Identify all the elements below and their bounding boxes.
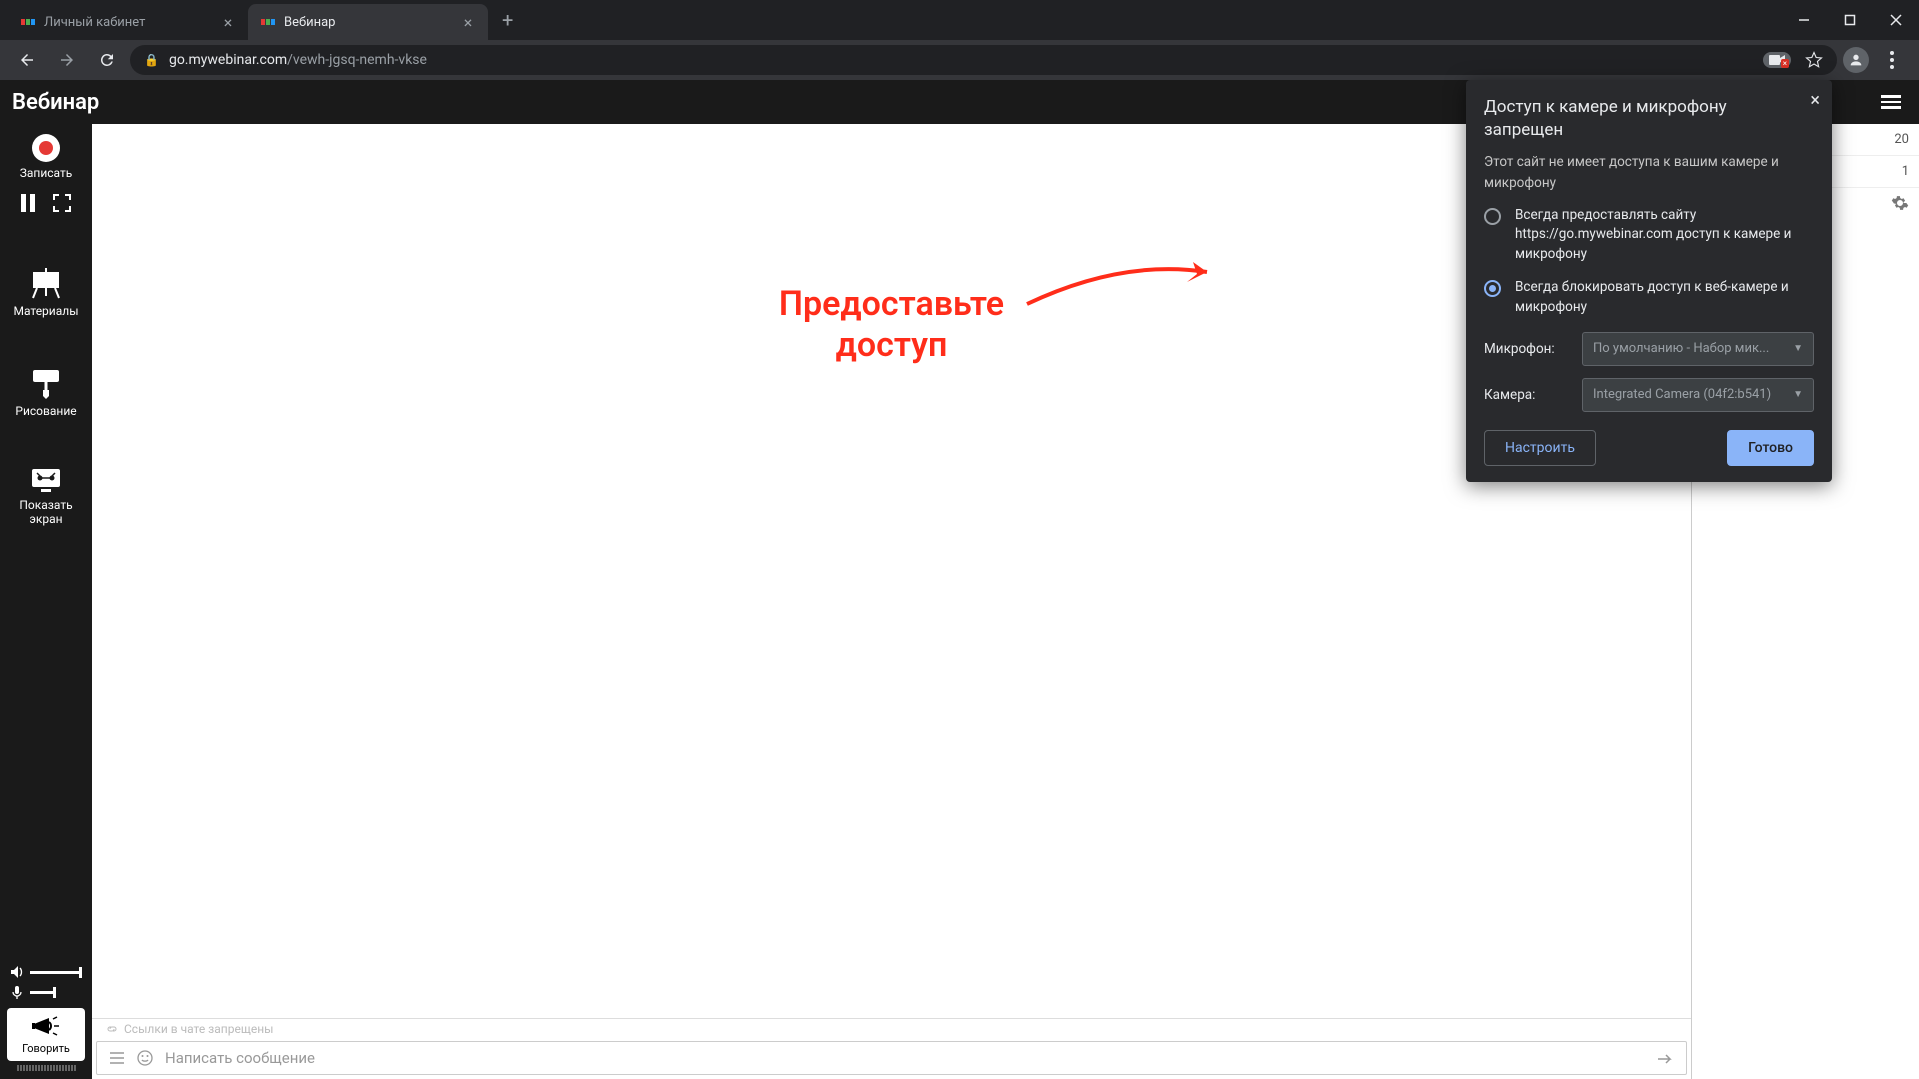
permission-popup: × Доступ к камере и микрофону запрещен Э… <box>1466 80 1832 482</box>
camera-label: Камера: <box>1484 387 1570 403</box>
materials-button[interactable]: Материалы <box>0 262 92 322</box>
new-tab-button[interactable]: + <box>488 0 527 40</box>
mic-slider[interactable] <box>0 982 92 1002</box>
record-icon <box>32 134 60 162</box>
annotation-text: Предоставьте доступ <box>779 284 1004 366</box>
chrome-menu-button[interactable] <box>1875 43 1909 77</box>
profile-button[interactable] <box>1843 47 1869 73</box>
address-bar[interactable]: 🔒 go.mywebinar.com/vewh-jgsq-nemh-vkse × <box>130 45 1837 75</box>
microphone-icon <box>10 985 24 999</box>
done-button[interactable]: Готово <box>1727 430 1814 466</box>
share-screen-label-2: экран <box>29 512 62 526</box>
mic-select-value: По умолчанию - Набор мик... <box>1593 341 1769 356</box>
record-button[interactable]: Записать <box>0 130 92 184</box>
link-icon <box>106 1023 118 1035</box>
speak-label: Говорить <box>22 1042 70 1055</box>
fullscreen-icon[interactable] <box>53 194 71 212</box>
left-sidebar: Записать Материалы Рисование <box>0 124 92 1079</box>
paint-roller-icon <box>29 366 63 400</box>
materials-label: Материалы <box>13 304 78 318</box>
browser-tab-strip: Личный кабинет × Вебинар × + <box>0 0 1919 40</box>
share-screen-button[interactable]: Показать экран <box>0 462 92 530</box>
reload-button[interactable] <box>90 43 124 77</box>
chat-input[interactable] <box>159 1049 1650 1067</box>
star-icon[interactable] <box>1805 51 1823 69</box>
configure-button[interactable]: Настроить <box>1484 430 1596 466</box>
tab-personal-cabinet[interactable]: Личный кабинет × <box>8 4 248 40</box>
radio-icon <box>1484 208 1501 225</box>
share-screen-icon <box>29 466 63 494</box>
radio-allow-label: Всегда предоставлять сайту https://go.my… <box>1515 206 1814 265</box>
radio-block[interactable]: Всегда блокировать доступ к веб-камере и… <box>1484 278 1814 317</box>
radio-allow[interactable]: Всегда предоставлять сайту https://go.my… <box>1484 206 1814 265</box>
hamburger-menu-button[interactable] <box>1875 89 1907 115</box>
popup-description: Этот сайт не имеет доступа к вашим камер… <box>1484 152 1814 194</box>
chat-menu-icon[interactable] <box>103 1051 131 1065</box>
chevron-down-icon: ▼ <box>1793 389 1803 400</box>
radio-block-label: Всегда блокировать доступ к веб-камере и… <box>1515 278 1814 317</box>
audio-level-meter <box>7 1065 85 1071</box>
send-icon[interactable] <box>1650 1051 1680 1065</box>
pause-icon[interactable] <box>21 194 35 212</box>
close-icon[interactable]: × <box>220 13 236 32</box>
share-screen-label-1: Показать <box>19 498 72 512</box>
url-domain: go.mywebinar.com <box>169 52 287 68</box>
close-icon[interactable]: × <box>460 13 476 32</box>
tab-webinar[interactable]: Вебинар × <box>248 4 488 40</box>
close-icon[interactable]: × <box>1810 90 1820 111</box>
minimize-button[interactable] <box>1781 0 1827 40</box>
record-label: Записать <box>20 166 73 180</box>
browser-toolbar: 🔒 go.mywebinar.com/vewh-jgsq-nemh-vkse × <box>0 40 1919 80</box>
favicon-icon <box>20 14 36 30</box>
drawing-button[interactable]: Рисование <box>0 362 92 422</box>
camera-select[interactable]: Integrated Camera (04f2:b541) ▼ <box>1582 378 1814 412</box>
url-path: /vewh-jgsq-nemh-vkse <box>287 52 427 68</box>
speak-button[interactable]: Говорить <box>7 1008 85 1061</box>
page-title: Вебинар <box>12 90 99 115</box>
speaker-icon <box>10 965 24 979</box>
chat-links-disabled-note: Ссылки в чате запрещены <box>92 1019 1691 1039</box>
forward-button[interactable] <box>50 43 84 77</box>
volume-slider[interactable] <box>0 962 92 982</box>
back-button[interactable] <box>10 43 44 77</box>
maximize-button[interactable] <box>1827 0 1873 40</box>
chat-input-row <box>96 1041 1687 1075</box>
chevron-down-icon: ▼ <box>1793 343 1803 354</box>
favicon-icon <box>260 14 276 30</box>
tab-title: Вебинар <box>284 15 460 30</box>
camera-select-value: Integrated Camera (04f2:b541) <box>1593 387 1771 402</box>
close-window-button[interactable] <box>1873 0 1919 40</box>
mic-select[interactable]: По умолчанию - Набор мик... ▼ <box>1582 332 1814 366</box>
lock-icon: 🔒 <box>144 53 159 67</box>
tab-title: Личный кабинет <box>44 15 220 30</box>
easel-icon <box>29 266 63 300</box>
arrow-icon <box>1022 254 1222 314</box>
camera-blocked-indicator[interactable]: × <box>1763 52 1791 68</box>
popup-title: Доступ к камере и микрофону запрещен <box>1484 96 1814 142</box>
emoji-icon[interactable] <box>131 1050 159 1066</box>
radio-icon <box>1484 280 1501 297</box>
drawing-label: Рисование <box>15 404 76 418</box>
megaphone-icon <box>31 1014 61 1040</box>
main-content: Предоставьте доступ Ссылки в чате запрещ… <box>92 124 1691 1079</box>
whiteboard[interactable]: Предоставьте доступ <box>92 124 1691 1018</box>
mic-label: Микрофон: <box>1484 341 1570 357</box>
